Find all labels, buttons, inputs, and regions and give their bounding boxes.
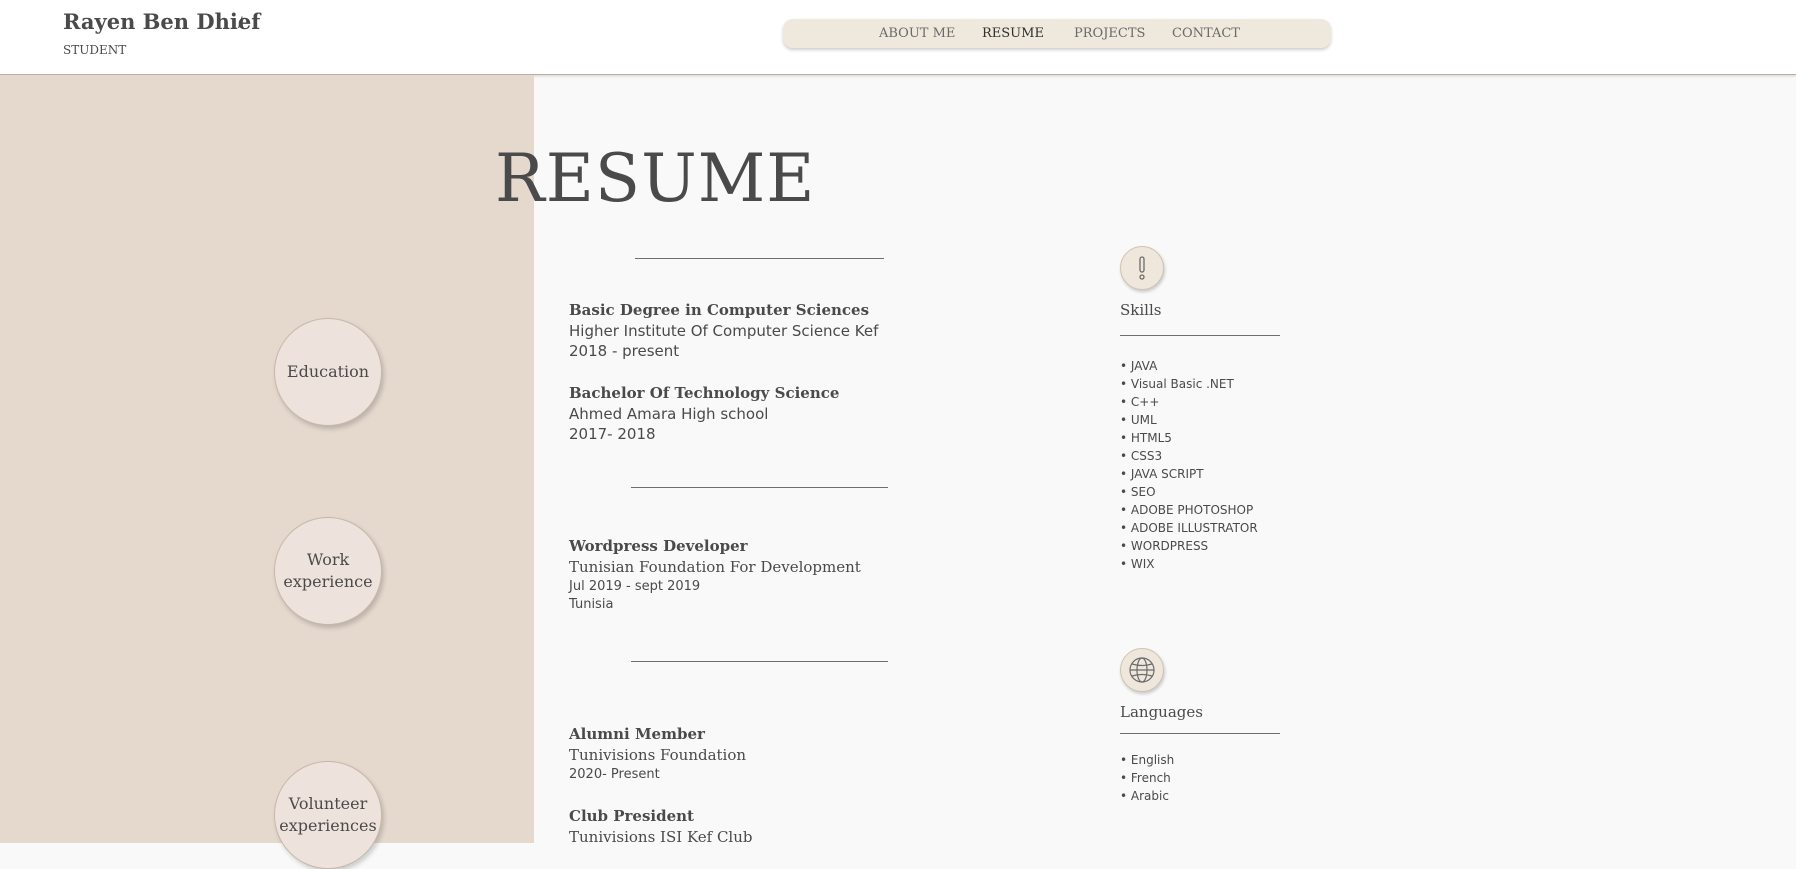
languages-list: • English • French • Arabic: [1120, 751, 1174, 805]
divider: [631, 661, 888, 662]
work-entry-title: Wordpress Developer: [569, 537, 748, 555]
skill-item: • HTML5: [1120, 431, 1172, 445]
education-entry-org: Ahmed Amara High school: [569, 405, 769, 423]
volunteer-entry-title: Club President: [569, 807, 694, 825]
site-title[interactable]: Rayen Ben Dhief: [63, 9, 260, 34]
education-label: Education: [286, 362, 370, 381]
language-item: • Arabic: [1120, 789, 1169, 803]
exclamation-icon: [1120, 246, 1164, 290]
work-entry-dates: Jul 2019 - sept 2019: [569, 579, 701, 594]
education-entry-title: Bachelor Of Technology Science: [569, 384, 840, 402]
skill-item: • JAVA SCRIPT: [1120, 467, 1204, 481]
page-title: RESUME: [495, 140, 816, 217]
nav-projects[interactable]: PROJECTS: [1074, 26, 1145, 41]
skills-heading: Skills: [1120, 301, 1162, 319]
skill-item: • SEO: [1120, 485, 1156, 499]
volunteer-entry-org: Tunivisions ISI Kef Club: [569, 828, 753, 846]
education-entry-org: Higher Institute Of Computer Science Kef: [569, 322, 879, 340]
volunteer-entry-title: Alumni Member: [569, 725, 705, 743]
nav-contact[interactable]: CONTACT: [1172, 26, 1240, 41]
skill-item: • ADOBE PHOTOSHOP: [1120, 503, 1254, 517]
work-label-line1: Work: [306, 550, 350, 569]
language-item: • French: [1120, 771, 1171, 785]
languages-heading: Languages: [1120, 703, 1203, 721]
skill-item: • Visual Basic .NET: [1120, 377, 1234, 391]
volunteer-label-line2: experiences: [279, 816, 377, 835]
volunteer-label-line1: Volunteer: [288, 794, 368, 813]
main-nav: ABOUT ME RESUME PROJECTS CONTACT: [783, 19, 1331, 48]
volunteer-entry-dates: 2020- Present: [569, 767, 660, 782]
volunteer-section-badge: Volunteer experiences: [274, 761, 382, 869]
skills-list: • JAVA • Visual Basic .NET • C++ • UML •…: [1120, 357, 1258, 573]
education-section-badge: Education: [274, 318, 382, 426]
work-section-badge: Work experience: [274, 517, 382, 625]
nav-resume[interactable]: RESUME: [982, 26, 1044, 41]
nav-about-me[interactable]: ABOUT ME: [879, 26, 955, 41]
skill-item: • WORDPRESS: [1120, 539, 1209, 553]
divider: [1120, 733, 1280, 734]
left-panel: [0, 75, 534, 843]
globe-icon: [1120, 648, 1164, 692]
education-entry-dates: 2018 - present: [569, 342, 680, 360]
divider: [631, 487, 888, 488]
skill-item: • C++: [1120, 395, 1160, 409]
skill-item: • WIX: [1120, 557, 1155, 571]
title-separator: /: [238, 15, 243, 31]
site-subtitle: STUDENT: [63, 43, 127, 57]
skill-item: • ADOBE ILLUSTRATOR: [1120, 521, 1258, 535]
work-entry-org: Tunisian Foundation For Development: [569, 558, 861, 576]
education-entry-dates: 2017- 2018: [569, 425, 656, 443]
volunteer-entry-org: Tunivisions Foundation: [569, 746, 747, 764]
language-item: • English: [1120, 753, 1175, 767]
site-header: Rayen Ben Dhief / STUDENT ABOUT ME RESUM…: [0, 0, 1796, 75]
work-label: Work experience: [278, 549, 378, 593]
volunteer-label: Volunteer experiences: [278, 793, 378, 837]
divider: [635, 258, 884, 259]
work-label-line2: experience: [283, 572, 373, 591]
skill-item: • UML: [1120, 413, 1157, 427]
skill-item: • JAVA: [1120, 359, 1158, 373]
education-entry-title: Basic Degree in Computer Sciences: [569, 301, 870, 319]
skill-item: • CSS3: [1120, 449, 1163, 463]
work-entry-location: Tunisia: [569, 597, 614, 612]
divider: [1120, 335, 1280, 336]
